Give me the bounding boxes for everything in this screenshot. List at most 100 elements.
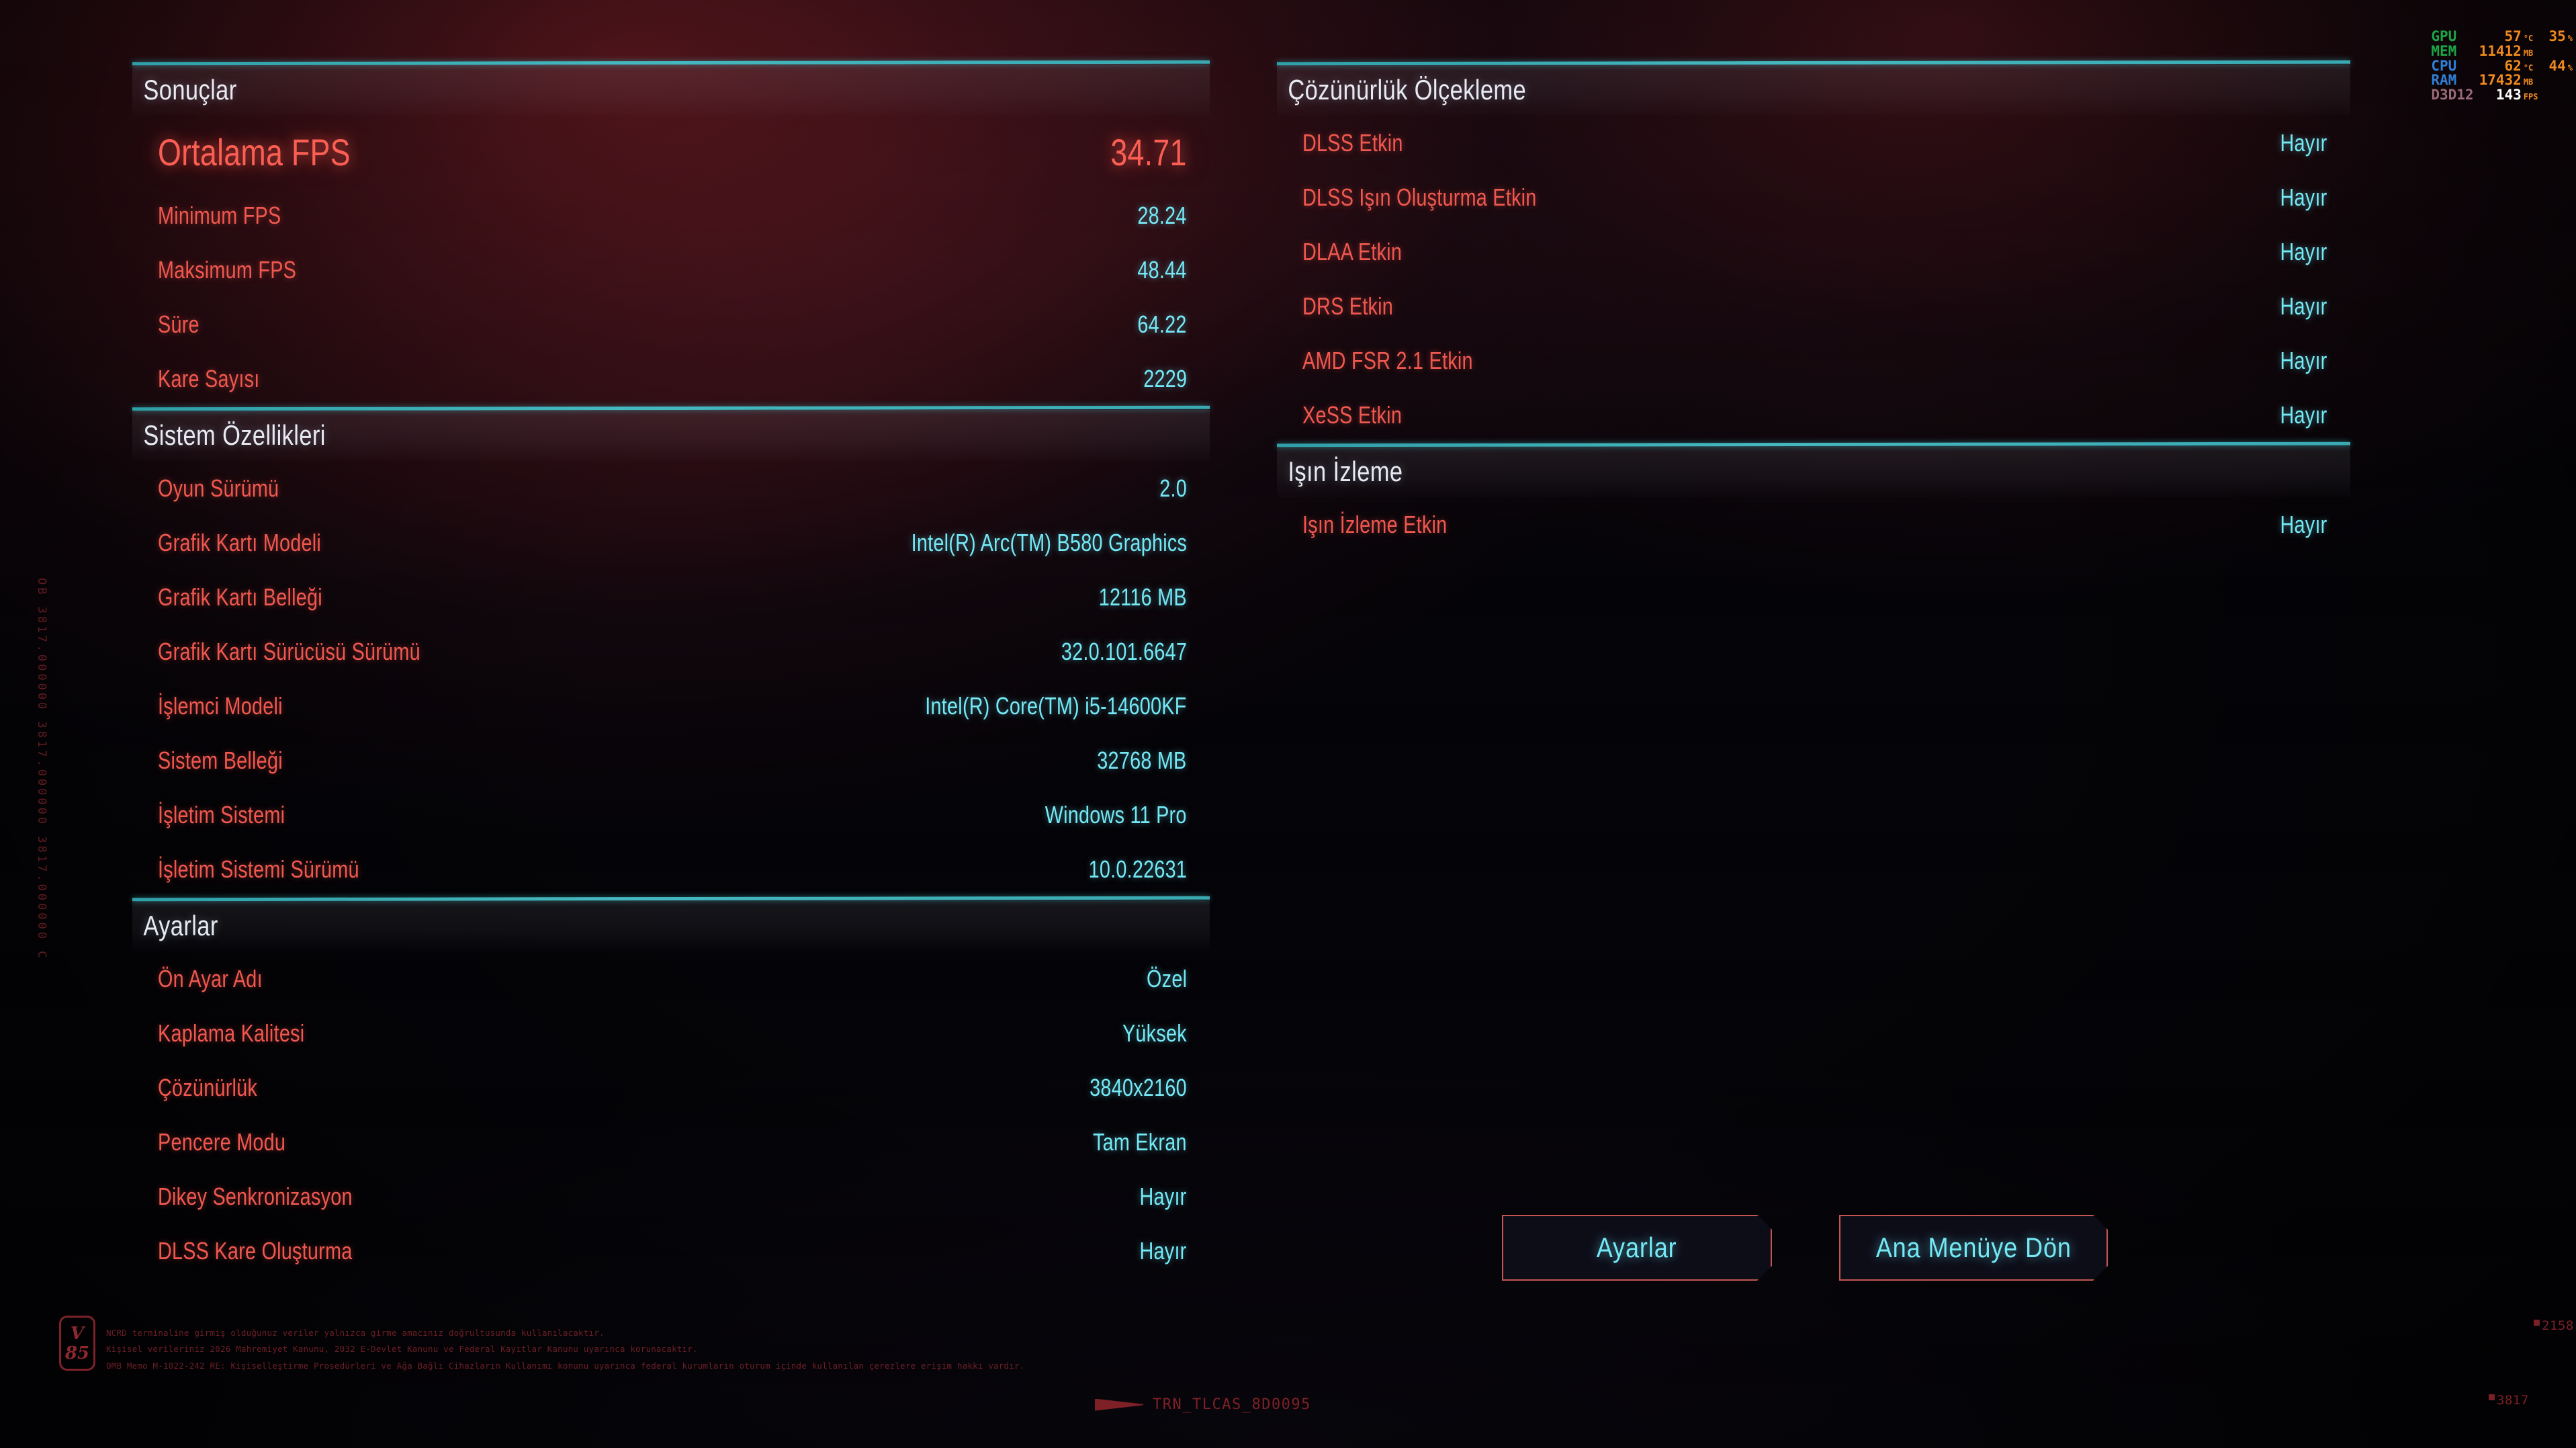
section-header-settings: Ayarlar xyxy=(132,900,1210,951)
row-label: Kaplama Kalitesi xyxy=(158,1019,304,1048)
perf-row-gpu: GPU 57 °C 35 % xyxy=(2430,30,2574,44)
row-value: Hayır xyxy=(2280,401,2327,429)
return-to-main-menu-button-label: Ana Menüye Dön xyxy=(1875,1232,2071,1264)
row-label: DLSS Etkin xyxy=(1302,129,1403,157)
legal-line-3: OMB Memo M-1022-242 RE: Kişiselleştirme … xyxy=(106,1358,1024,1374)
section-header-system-specs: Sistem Özellikleri xyxy=(132,410,1210,461)
row-window-mode: Pencere Modu Tam Ekran xyxy=(132,1115,1210,1169)
section-rule xyxy=(132,406,1210,411)
row-label: İşlemci Modeli xyxy=(158,692,283,720)
perf-extra-unit-ram xyxy=(2567,73,2574,88)
section-rule xyxy=(1277,60,2350,66)
row-drs-enabled: DRS Etkin Hayır xyxy=(1277,279,2350,333)
section-header-results: Sonuçlar xyxy=(132,65,1210,116)
row-label: Ortalama FPS xyxy=(158,130,351,174)
row-game-version: Oyun Sürümü 2.0 xyxy=(132,461,1210,515)
corner-marker-lower-text: 3817 xyxy=(2497,1393,2529,1408)
row-label: Dikey Senkronizasyon xyxy=(158,1183,353,1211)
row-value: 10.0.22631 xyxy=(1088,855,1187,884)
perf-row-ram: RAM 17432 MB xyxy=(2430,73,2574,88)
row-value: Hayır xyxy=(2280,129,2327,157)
perf-label-cpu: CPU xyxy=(2430,59,2477,74)
row-label: DLAA Etkin xyxy=(1302,238,1402,266)
row-value: Intel(R) Core(TM) i5-14600KF xyxy=(926,692,1187,720)
vertical-decorative-code: OB 3817.000000 3817.000000 3817.000000 C xyxy=(35,578,48,960)
return-to-main-menu-button[interactable]: Ana Menüye Dön xyxy=(1839,1215,2108,1281)
row-value: Hayır xyxy=(2280,347,2327,375)
perf-unit-mem: MB xyxy=(2523,44,2540,59)
row-value: Yüksek xyxy=(1122,1019,1187,1048)
perf-label-ram: RAM xyxy=(2430,73,2477,88)
row-label: DRS Etkin xyxy=(1302,292,1393,321)
row-label: Sistem Belleği xyxy=(158,747,283,775)
row-label: Ön Ayar Adı xyxy=(158,965,263,993)
section-settings: Ayarlar Ön Ayar Adı Özel Kaplama Kalites… xyxy=(132,900,1210,1278)
perf-extra-mem xyxy=(2539,44,2567,59)
row-value: Intel(R) Arc(TM) B580 Graphics xyxy=(912,529,1188,557)
row-label: Grafik Kartı Belleği xyxy=(158,583,322,611)
section-resolution-scaling: Çözünürlük Ölçekleme DLSS Etkin Hayır DL… xyxy=(1277,65,2350,442)
settings-button[interactable]: Ayarlar xyxy=(1502,1215,1772,1281)
right-column: Çözünürlük Ölçekleme DLSS Etkin Hayır DL… xyxy=(1277,65,2350,556)
corner-marker-upper: 2158 xyxy=(2534,1318,2574,1333)
row-vsync: Dikey Senkronizasyon Hayır xyxy=(132,1169,1210,1224)
perf-value-mem: 11412 xyxy=(2478,44,2523,59)
row-label: Oyun Sürümü xyxy=(158,474,279,503)
perf-extra-unit-cpu: % xyxy=(2567,59,2574,74)
legal-text: NCRD terminaline girmiş olduğunuz verile… xyxy=(106,1316,1024,1374)
row-gpu-driver-version: Grafik Kartı Sürücüsü Sürümü 32.0.101.66… xyxy=(132,624,1210,679)
legal-line-1: NCRD terminaline girmiş olduğunuz verile… xyxy=(106,1325,1024,1341)
session-code-text: TRN_TLCAS_8D0095 xyxy=(1153,1396,1311,1413)
perf-unit-gpu: °C xyxy=(2523,30,2540,44)
row-os-version: İşletim Sistemi Sürümü 10.0.22631 xyxy=(132,842,1210,896)
row-gpu-model: Grafik Kartı Modeli Intel(R) Arc(TM) B58… xyxy=(132,515,1210,570)
perf-label-mem: MEM xyxy=(2430,44,2477,59)
perf-extra-ram xyxy=(2539,73,2567,88)
row-gpu-memory: Grafik Kartı Belleği 12116 MB xyxy=(132,570,1210,624)
legal-disclaimer-block: V 85 NCRD terminaline girmiş olduğunuz v… xyxy=(59,1316,1024,1374)
section-header-resolution-scaling: Çözünürlük Ölçekleme xyxy=(1277,65,2350,116)
perf-row-mem: MEM 11412 MB xyxy=(2430,44,2574,59)
section-title-settings: Ayarlar xyxy=(132,910,218,942)
row-texture-quality: Kaplama Kalitesi Yüksek xyxy=(132,1006,1210,1060)
row-value: Hayır xyxy=(2280,292,2327,321)
row-value: Windows 11 Pro xyxy=(1045,801,1187,829)
perf-unit-cpu: °C xyxy=(2523,59,2540,74)
row-value: 32.0.101.6647 xyxy=(1061,638,1187,666)
row-label: Kare Sayısı xyxy=(158,365,260,393)
perf-value-fps: 143 xyxy=(2478,88,2523,103)
performance-overlay: GPU 57 °C 35 % MEM 11412 MB CPU 62 °C 44… xyxy=(2430,1,2574,132)
perf-extra-cpu: 44 xyxy=(2539,59,2567,74)
row-value: 64.22 xyxy=(1138,310,1187,339)
section-rule xyxy=(132,60,1210,66)
row-value: Tam Ekran xyxy=(1093,1128,1187,1156)
row-system-memory: Sistem Belleği 32768 MB xyxy=(132,733,1210,787)
row-value: 3840x2160 xyxy=(1090,1074,1187,1102)
row-xess-enabled: XeSS Etkin Hayır xyxy=(1277,388,2350,442)
row-label: Minimum FPS xyxy=(158,202,281,230)
perf-unit-ram: MB xyxy=(2523,73,2540,88)
row-value: Hayır xyxy=(2280,183,2327,212)
perf-value-cpu: 62 xyxy=(2478,59,2523,74)
row-value: 32768 MB xyxy=(1098,747,1187,775)
row-average-fps: Ortalama FPS 34.71 xyxy=(132,116,1210,188)
corner-marker-lower: 3817 xyxy=(2489,1393,2529,1408)
settings-button-label: Ayarlar xyxy=(1597,1232,1677,1264)
perf-extra-unit-mem xyxy=(2567,44,2574,59)
legal-line-2: Kişisel verileriniz 2026 Mahremiyet Kanu… xyxy=(106,1341,1024,1357)
row-duration: Süre 64.22 xyxy=(132,297,1210,351)
row-amd-fsr-enabled: AMD FSR 2.1 Etkin Hayır xyxy=(1277,333,2350,388)
bottom-session-code: TRN_TLCAS_8D0095 xyxy=(1095,1396,1311,1413)
row-dlss-ray-reconstruction-enabled: DLSS Işın Oluşturma Etkin Hayır xyxy=(1277,170,2350,224)
section-title-resolution-scaling: Çözünürlük Ölçekleme xyxy=(1277,74,1526,106)
version-badge-number: 85 xyxy=(65,1345,89,1362)
row-label: Çözünürlük xyxy=(158,1074,257,1102)
section-ray-tracing: Işın İzleme Işın İzleme Etkin Hayır xyxy=(1277,446,2350,552)
row-label: Süre xyxy=(158,310,199,339)
perf-extra-unit-gpu: % xyxy=(2567,30,2574,44)
row-minimum-fps: Minimum FPS 28.24 xyxy=(132,188,1210,243)
perf-unit-fps: FPS xyxy=(2523,88,2540,103)
row-value: Hayır xyxy=(1140,1237,1187,1265)
row-dlss-enabled: DLSS Etkin Hayır xyxy=(1277,116,2350,170)
perf-row-api: D3D12 143 FPS xyxy=(2430,88,2574,103)
